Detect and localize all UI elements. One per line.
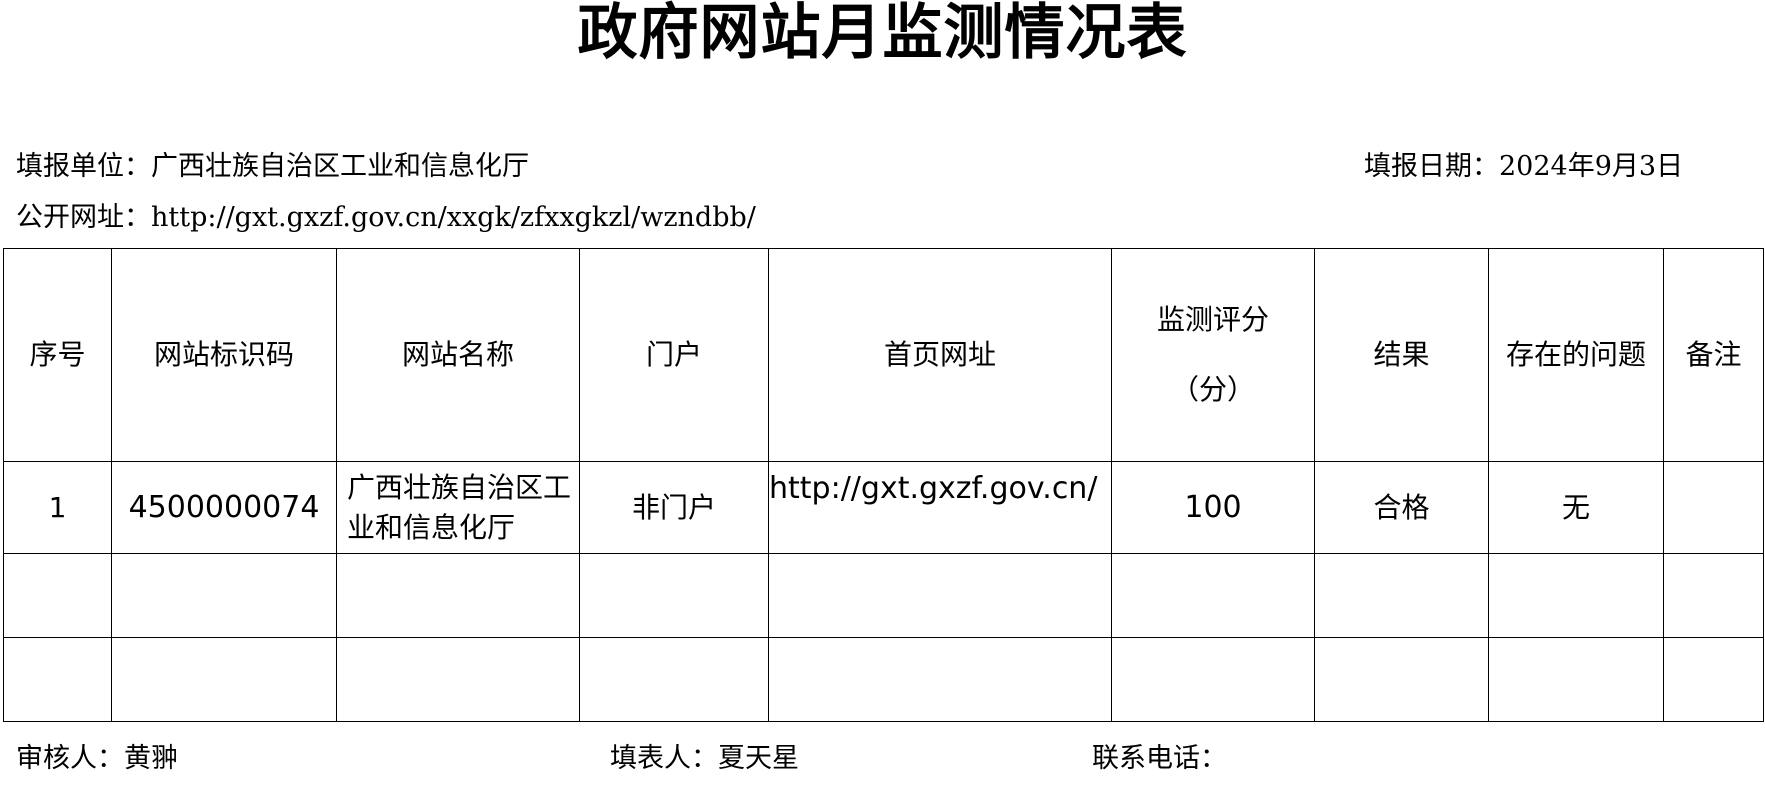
header-index: 序号: [3, 248, 112, 462]
header-result: 结果: [1314, 248, 1489, 462]
header-homepage: 首页网址: [768, 248, 1112, 462]
table-row: [3, 553, 1764, 638]
contact-phone: 联系电话：: [1092, 743, 1227, 774]
header-score-unit: （分）: [1170, 373, 1255, 406]
monitoring-table: 序号 网站标识码 网站名称 门户 首页网址 监测评分 （分） 结果 存在的问题 …: [3, 248, 1764, 722]
cell-score: 100: [1111, 461, 1315, 554]
header-portal: 门户: [579, 248, 769, 462]
form-filler: 填表人：夏天星: [610, 743, 799, 774]
cell-site-id: 4500000074: [111, 461, 337, 554]
header-issues: 存在的问题: [1488, 248, 1664, 462]
table-row: 1 4500000074 广西壮族自治区工业和信息化厅 非门户 http://g…: [3, 461, 1764, 554]
cell-portal: 非门户: [579, 461, 769, 554]
page-title: 政府网站月监测情况表: [577, 0, 1188, 68]
cell-remarks: [1663, 461, 1764, 554]
header-site-id: 网站标识码: [111, 248, 337, 462]
reviewer: 审核人：黄翀: [16, 743, 178, 774]
cell-index: 1: [3, 461, 112, 554]
cell-site-name: 广西壮族自治区工业和信息化厅: [336, 461, 580, 554]
reporting-unit: 填报单位：广西壮族自治区工业和信息化厅: [16, 151, 529, 182]
header-score: 监测评分 （分）: [1111, 248, 1315, 462]
table-row: [3, 637, 1764, 722]
cell-issues: 无: [1488, 461, 1664, 554]
header-site-name: 网站名称: [336, 248, 580, 462]
header-remarks: 备注: [1663, 248, 1764, 462]
header-score-label: 监测评分: [1156, 303, 1269, 336]
table-header-row: 序号 网站标识码 网站名称 门户 首页网址 监测评分 （分） 结果 存在的问题 …: [3, 248, 1764, 462]
cell-result: 合格: [1314, 461, 1489, 554]
reporting-date: 填报日期：2024年9月3日: [1364, 151, 1684, 182]
public-url: 公开网址：http://gxt.gxzf.gov.cn/xxgk/zfxxgkz…: [16, 202, 756, 233]
cell-homepage-link[interactable]: http://gxt.gxzf.gov.cn/: [768, 461, 1112, 554]
